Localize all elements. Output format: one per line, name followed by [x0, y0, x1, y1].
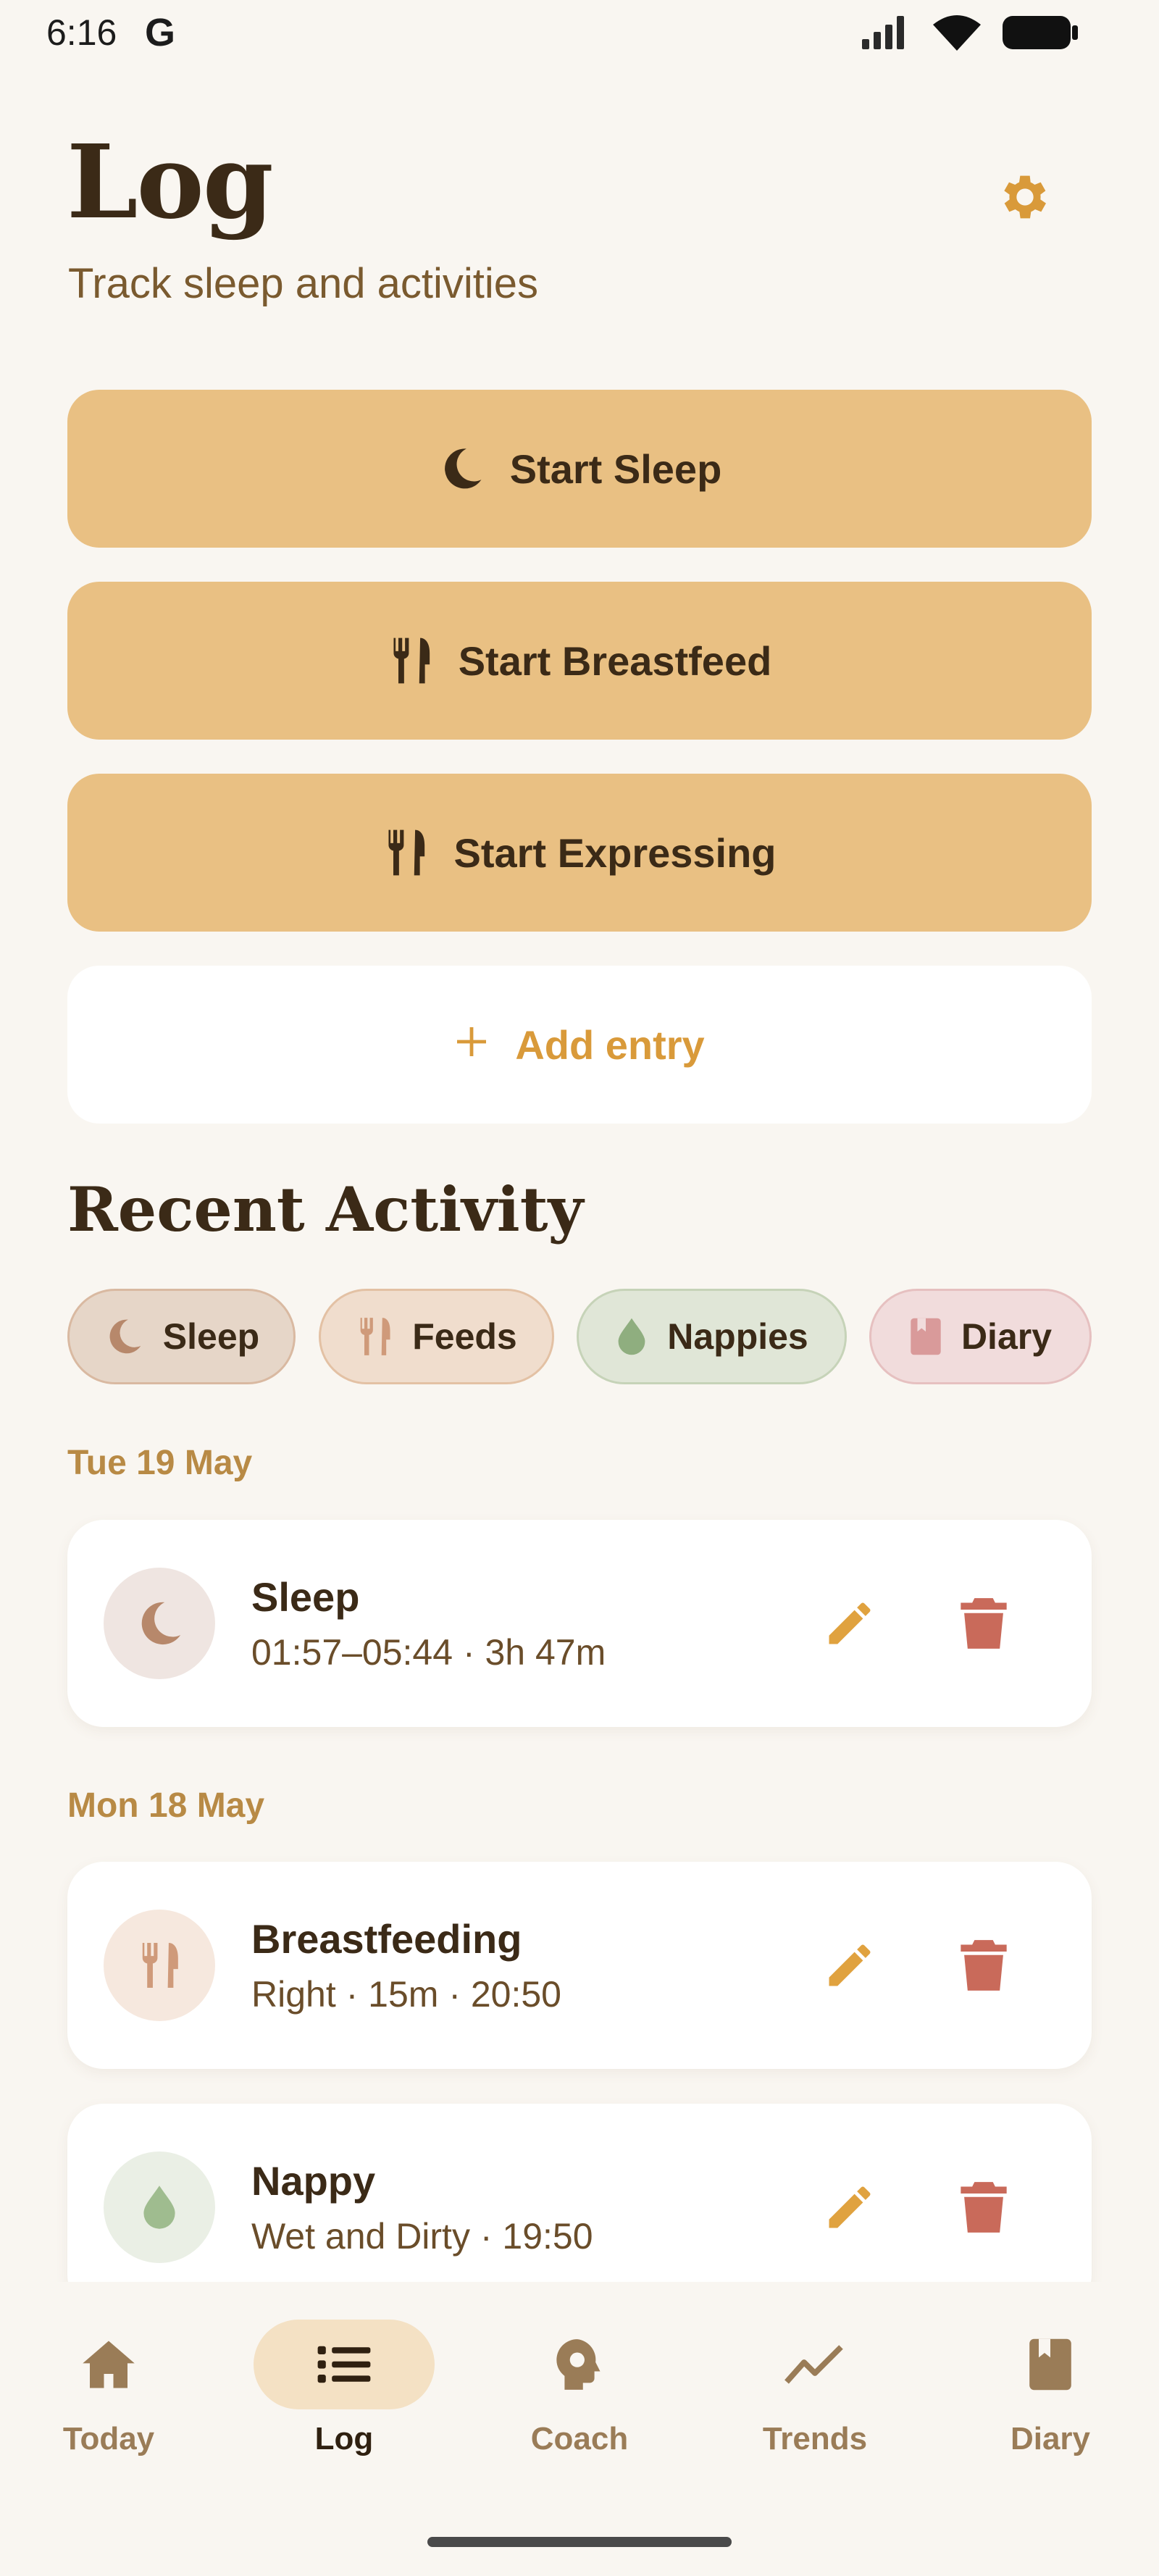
- nav-label: Coach: [530, 2421, 629, 2456]
- list-icon: [317, 2346, 371, 2383]
- home-indicator[interactable]: [427, 2537, 732, 2547]
- nav-item-trends[interactable]: Trends: [706, 2282, 924, 2470]
- nav-label: Log: [314, 2421, 374, 2456]
- edit-button[interactable]: [813, 1587, 886, 1660]
- card-detail: 01:57–05:44 · 3h 47m: [251, 1632, 606, 1673]
- pencil-icon: [829, 2186, 871, 2228]
- book-icon: [942, 2320, 1159, 2409]
- nav-item-coach[interactable]: Coach: [471, 2282, 688, 2470]
- feed-avatar: [104, 1910, 215, 2021]
- card-title: Breastfeeding: [251, 1916, 522, 1962]
- nav-active-pill: [254, 2320, 435, 2409]
- date-header: Mon 18 May: [67, 1786, 265, 1825]
- delete-button[interactable]: [947, 1929, 1020, 2002]
- pencil-icon: [829, 1944, 871, 1986]
- trash-icon: [961, 2182, 1007, 2233]
- card-title: Nappy: [251, 2158, 376, 2204]
- bottom-nav: Today Log Coach Trends Diary: [0, 2282, 1159, 2576]
- nappy-avatar: [104, 2151, 215, 2263]
- card-detail: Wet and Dirty · 19:50: [251, 2216, 593, 2257]
- sleep-avatar: [104, 1568, 215, 1679]
- activity-list: Tue 19 May Sleep 01:57–05:44 · 3h 47m Mo…: [0, 0, 1159, 2282]
- utensils-icon: [141, 1943, 178, 1988]
- coach-head-icon: [471, 2320, 688, 2409]
- card-title: Sleep: [251, 1574, 360, 1620]
- card-detail: Right · 15m · 20:50: [251, 1974, 561, 2015]
- edit-button[interactable]: [813, 2171, 886, 2243]
- nav-label: Today: [62, 2421, 155, 2456]
- activity-card-sleep[interactable]: Sleep 01:57–05:44 · 3h 47m: [67, 1520, 1092, 1727]
- nav-item-log[interactable]: Log: [235, 2282, 453, 2470]
- activity-card-breastfeeding[interactable]: Breastfeeding Right · 15m · 20:50: [67, 1862, 1092, 2069]
- drop-icon: [143, 2186, 175, 2229]
- home-icon: [0, 2320, 217, 2409]
- delete-button[interactable]: [947, 2171, 1020, 2243]
- pencil-icon: [829, 1602, 871, 1644]
- trash-icon: [961, 1940, 1007, 1991]
- date-header: Tue 19 May: [67, 1444, 253, 1482]
- nav-item-today[interactable]: Today: [0, 2282, 217, 2470]
- nav-label: Trends: [762, 2421, 868, 2456]
- edit-button[interactable]: [813, 1929, 886, 2002]
- trash-icon: [961, 1598, 1007, 1649]
- nav-label: Diary: [1010, 2421, 1091, 2456]
- moon-icon: [141, 1602, 181, 1645]
- activity-card-nappy[interactable]: Nappy Wet and Dirty · 19:50: [67, 2104, 1092, 2282]
- delete-button[interactable]: [947, 1587, 1020, 1660]
- nav-item-diary[interactable]: Diary: [942, 2282, 1159, 2470]
- trend-line-icon: [706, 2320, 924, 2409]
